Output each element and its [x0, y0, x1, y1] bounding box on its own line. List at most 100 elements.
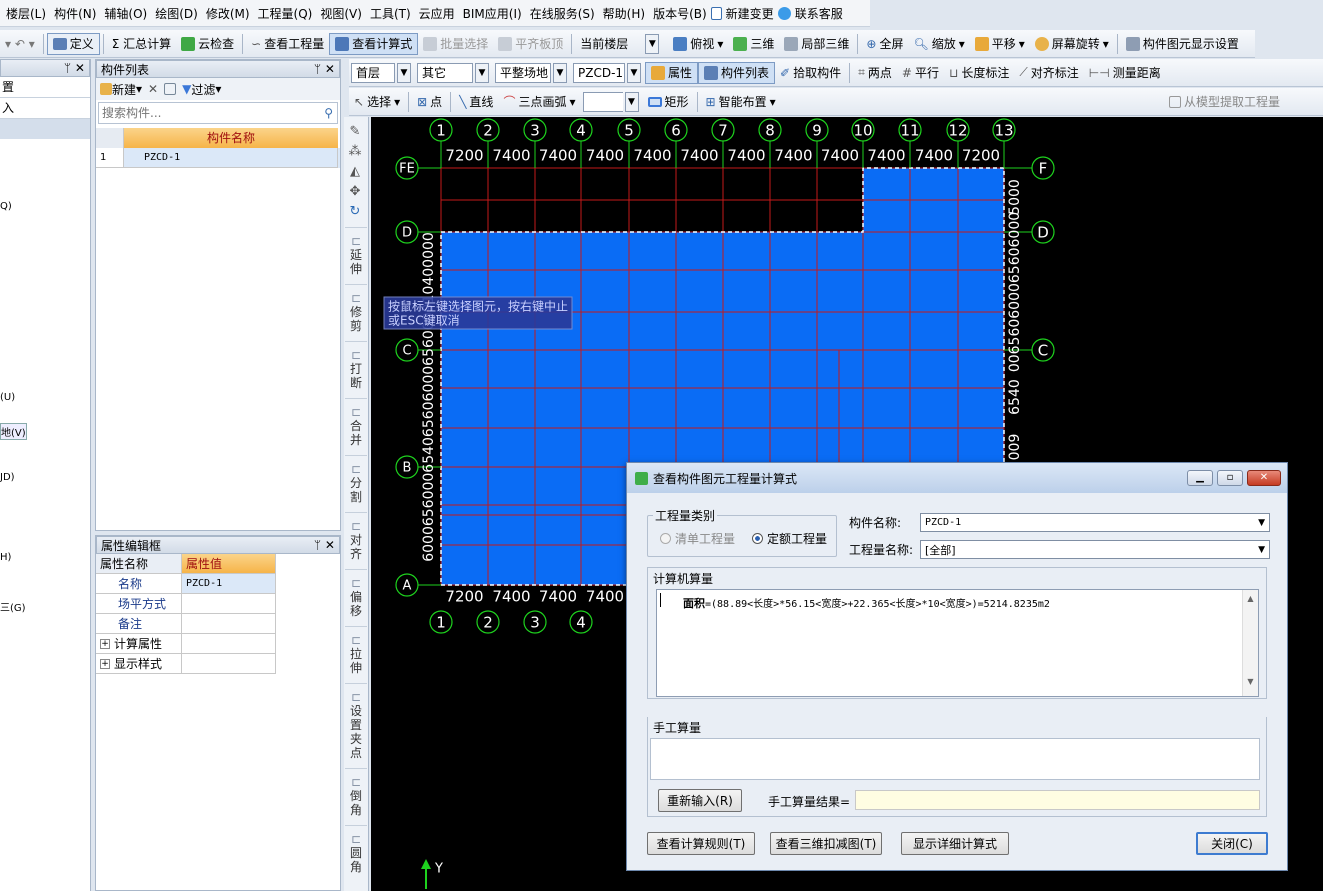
- pencil-icon[interactable]: ✎: [350, 125, 361, 139]
- menu-online[interactable]: 在线服务(S): [526, 5, 599, 22]
- close-icon[interactable]: ✕: [1247, 470, 1281, 486]
- col-component-name[interactable]: 构件名称: [124, 128, 338, 148]
- component-name-select[interactable]: PZCD-1 ▼: [920, 513, 1270, 532]
- align-slab-button[interactable]: 平齐板顶: [493, 33, 568, 55]
- vtool-7[interactable]: ⊏ 拉伸: [345, 626, 367, 675]
- three-d-button[interactable]: 三维: [728, 33, 779, 55]
- category-dropdown[interactable]: 其它: [417, 62, 473, 83]
- reinput-button[interactable]: 重新输入(R): [658, 789, 742, 812]
- pick-component-button[interactable]: ✐ 拾取构件: [775, 62, 846, 84]
- prop-row-leveling[interactable]: 场平方式: [96, 594, 340, 614]
- smart-layout-button[interactable]: ⊞ 智能布置 ▾: [701, 91, 781, 113]
- filter-button[interactable]: ▼ 过滤 ▾: [182, 81, 221, 98]
- nav-item-v[interactable]: 地(V): [0, 423, 27, 440]
- select-button[interactable]: ↖ 选择 ▾: [349, 91, 405, 113]
- extract-qty-button[interactable]: 从模型提取工程量: [1164, 91, 1285, 113]
- chevron-down-icon[interactable]: ▼: [627, 62, 641, 83]
- menu-modify[interactable]: 修改(M): [202, 5, 254, 22]
- type-dropdown[interactable]: 平整场地: [495, 62, 551, 83]
- move-icon[interactable]: ✥: [350, 185, 361, 199]
- batch-select-button[interactable]: 批量选择: [418, 33, 493, 55]
- new-component-button[interactable]: 新建 ▾: [100, 81, 142, 98]
- prop-row-name[interactable]: 名称 PZCD-1: [96, 574, 340, 594]
- close-button[interactable]: 关闭(C): [1196, 832, 1268, 855]
- table-row[interactable]: 1 PZCD-1: [96, 148, 340, 168]
- minimize-icon[interactable]: ▁: [1187, 470, 1213, 486]
- line-button[interactable]: ╲ 直线: [454, 91, 498, 113]
- fullscreen-button[interactable]: ⊕ 全屏: [861, 33, 908, 55]
- properties-button[interactable]: 属性: [645, 61, 699, 84]
- menu-component[interactable]: 构件(N): [50, 5, 100, 22]
- nav-item-input[interactable]: 入: [0, 98, 90, 119]
- top-view-button[interactable]: 俯视 ▾: [668, 33, 728, 55]
- view-formula-button[interactable]: 查看计算式: [329, 32, 419, 55]
- point-button[interactable]: ⊠ 点: [412, 91, 447, 113]
- menu-view[interactable]: 视图(V): [316, 5, 366, 22]
- copy-icon[interactable]: [164, 83, 177, 95]
- vtool-0[interactable]: ⊏ 延伸: [345, 227, 367, 276]
- vtool-6[interactable]: ⊏ 偏移: [345, 569, 367, 618]
- menu-version[interactable]: 版本号(B): [649, 5, 711, 22]
- length-dim-button[interactable]: ⊔ 长度标注: [944, 62, 1014, 84]
- pan-button[interactable]: 平移 ▾: [970, 33, 1030, 55]
- nav-item-h[interactable]: H): [0, 552, 11, 563]
- cloud-check-button[interactable]: 云检查: [176, 33, 239, 55]
- align-dim-button[interactable]: ⟋ 对齐标注: [1014, 62, 1083, 84]
- vtool-4[interactable]: ⊏ 分割: [345, 455, 367, 504]
- delete-icon[interactable]: ✕: [148, 82, 158, 96]
- menu-help[interactable]: 帮助(H): [599, 5, 649, 22]
- rotate-screen-button[interactable]: 屏幕旋转 ▾: [1030, 33, 1114, 55]
- parallel-button[interactable]: # 平行: [897, 62, 944, 84]
- arc-option-input[interactable]: [582, 91, 623, 112]
- nav-item-u[interactable]: (U): [0, 392, 15, 403]
- two-point-button[interactable]: ⌗ 两点: [853, 62, 897, 84]
- view-rules-button[interactable]: 查看计算规则(T): [647, 832, 755, 855]
- search-input[interactable]: [99, 103, 321, 123]
- menu-floor[interactable]: 楼层(L): [2, 5, 50, 22]
- prop-row-calc[interactable]: + 计算属性: [96, 634, 340, 654]
- menu-draw[interactable]: 绘图(D): [151, 5, 202, 22]
- pin-close-icon[interactable]: ᛘ ✕: [314, 538, 335, 552]
- radio-list-qty[interactable]: 清单工程量: [660, 530, 735, 547]
- floor-select-dropdown[interactable]: 当前楼层 ▼: [575, 33, 668, 55]
- manual-textarea[interactable]: [650, 738, 1260, 780]
- rotate-icon[interactable]: ↻: [350, 205, 361, 219]
- menu-new-change[interactable]: 新建变更: [722, 5, 778, 22]
- vtool-3[interactable]: ⊏ 合并: [345, 398, 367, 447]
- expand-icon[interactable]: +: [100, 658, 110, 669]
- menu-support[interactable]: 联系客服: [791, 5, 847, 22]
- view-quantity-button[interactable]: ∽ 查看工程量: [246, 33, 329, 55]
- vtool-8[interactable]: ⊏ 设置夹点: [345, 683, 367, 760]
- chevron-down-icon[interactable]: ▼: [624, 91, 639, 112]
- floor-dropdown[interactable]: 首层: [351, 62, 395, 83]
- view-3d-deduction-button[interactable]: 查看三维扣减图(T): [770, 832, 882, 855]
- component-list-button[interactable]: 构件列表: [698, 61, 776, 84]
- menu-cloud[interactable]: 云应用: [415, 5, 459, 22]
- vtool-10[interactable]: ⊏ 圆角: [345, 825, 367, 874]
- menu-bim[interactable]: BIM应用(I): [459, 5, 526, 22]
- prop-row-display[interactable]: + 显示样式: [96, 654, 340, 674]
- copy-icon[interactable]: ⁂: [349, 145, 362, 159]
- undo-button[interactable]: ▾ ↶ ▾: [0, 33, 40, 55]
- arc-button[interactable]: ⌒ 三点画弧 ▾: [498, 91, 580, 113]
- mirror-icon[interactable]: ◭: [350, 165, 360, 179]
- nav-item-jd[interactable]: JD): [0, 472, 15, 483]
- sum-calc-button[interactable]: Σ 汇总计算: [107, 33, 176, 55]
- nav-item-g[interactable]: 三(G): [0, 599, 26, 614]
- pin-icon[interactable]: ᛘ ✕: [64, 61, 85, 75]
- show-detail-button[interactable]: 显示详细计算式: [901, 832, 1009, 855]
- chevron-down-icon[interactable]: ▼: [475, 62, 489, 83]
- vtool-5[interactable]: ⊏ 对齐: [345, 512, 367, 561]
- pin-close-icon[interactable]: ᛘ ✕: [314, 62, 335, 76]
- component-dropdown[interactable]: PZCD-1: [573, 62, 625, 83]
- menu-tools[interactable]: 工具(T): [366, 5, 415, 22]
- display-settings-button[interactable]: 构件图元显示设置: [1121, 33, 1244, 55]
- qty-name-select[interactable]: [全部] ▼: [920, 540, 1270, 559]
- chevron-down-icon[interactable]: ▼: [397, 62, 411, 83]
- vtool-2[interactable]: ⊏ 打断: [345, 341, 367, 390]
- nav-item-q[interactable]: Q): [0, 201, 12, 212]
- vtool-9[interactable]: ⊏ 倒角: [345, 768, 367, 817]
- nav-item-settings[interactable]: 置: [0, 77, 90, 98]
- menu-quantity[interactable]: 工程量(Q): [254, 5, 317, 22]
- expand-icon[interactable]: +: [100, 638, 110, 649]
